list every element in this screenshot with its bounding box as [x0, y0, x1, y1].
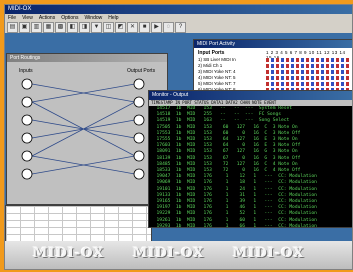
menu-help[interactable]: Help	[108, 14, 118, 22]
activity-leds	[266, 58, 350, 62]
logo-text: MIDI-OX	[233, 246, 305, 261]
help-icon[interactable]: ?	[175, 22, 186, 33]
options-icon[interactable]: ◩	[115, 22, 126, 33]
map-icon[interactable]: ◨	[79, 22, 90, 33]
app-titlebar: MIDI-OX	[5, 5, 352, 14]
port-row: 3) MIDI Yoke NT: 4	[198, 69, 236, 74]
monitor-icon[interactable]: ▦	[43, 22, 54, 33]
logo-text: MIDI-OX	[33, 246, 105, 261]
ports-icon[interactable]: ◧	[67, 22, 78, 33]
input-ports-header: Input Ports	[198, 50, 225, 56]
play-icon[interactable]: ▶	[151, 22, 162, 33]
activity-leds	[266, 76, 350, 80]
activity-title: MIDI Port Activity	[194, 40, 352, 48]
monitor-log[interactable]: 14517 1b MID 153 -- -- --- System Reset …	[149, 106, 352, 230]
logo-text: MIDI-OX	[133, 246, 205, 261]
routing-title: Port Routings	[7, 54, 167, 62]
menu-actions[interactable]: Actions	[39, 14, 55, 22]
toolbar: ▤ ▣ ▥ ▦ ▩ ◧ ◨ ▼ ◫ ◩ ✕ ■ ▶ ◌ ?	[5, 22, 237, 33]
port-row: 4) MIDI Yoke NT: 5	[198, 75, 236, 80]
save-icon[interactable]: ▣	[19, 22, 30, 33]
menu-options[interactable]: Options	[61, 14, 78, 22]
menubar: File View Actions Options Window Help	[5, 14, 352, 22]
menu-window[interactable]: Window	[84, 14, 102, 22]
mdi-desktop: Port Routings Inputs Output Ports MIDI P…	[5, 33, 352, 269]
inputs-label: Inputs	[19, 68, 33, 74]
port-row: 5) MIDI Yoke NT: 7	[198, 81, 236, 86]
panic-icon[interactable]: ✕	[127, 22, 138, 33]
menu-view[interactable]: View	[22, 14, 33, 22]
monitor-title: Monitor - Output	[149, 91, 352, 100]
menu-file[interactable]: File	[8, 14, 16, 22]
print-icon[interactable]: ▥	[31, 22, 42, 33]
routing-diagram: Inputs Output Ports	[19, 68, 156, 180]
midiox-window: MIDI-OX File View Actions Options Window…	[4, 4, 353, 270]
activity-leds	[266, 70, 350, 74]
port-routing-window: Port Routings Inputs Output Ports	[6, 53, 168, 205]
sysex-icon[interactable]: ◫	[103, 22, 114, 33]
monitor-output-window: Monitor - Output TIMESTAMP IN PORT STATU…	[148, 90, 352, 230]
activity-leds	[266, 82, 350, 86]
open-icon[interactable]: ▤	[7, 22, 18, 33]
keyboard-icon[interactable]: ▩	[55, 22, 66, 33]
outputs-label: Output Ports	[127, 68, 156, 74]
log-line: 19293 1b MID 176 1 66 1 --- CC: Modulati…	[151, 223, 317, 229]
stop-icon[interactable]: ■	[139, 22, 150, 33]
clear-icon[interactable]: ◌	[163, 22, 174, 33]
port-row: 1) SB Live! MIDI In	[198, 57, 236, 62]
filter-icon[interactable]: ▼	[91, 22, 102, 33]
port-row: 2) Midi Ch 1	[198, 63, 223, 68]
activity-leds	[266, 64, 350, 68]
port-activity-window: MIDI Port Activity Input Ports 1 2 3 4 5…	[193, 39, 352, 96]
